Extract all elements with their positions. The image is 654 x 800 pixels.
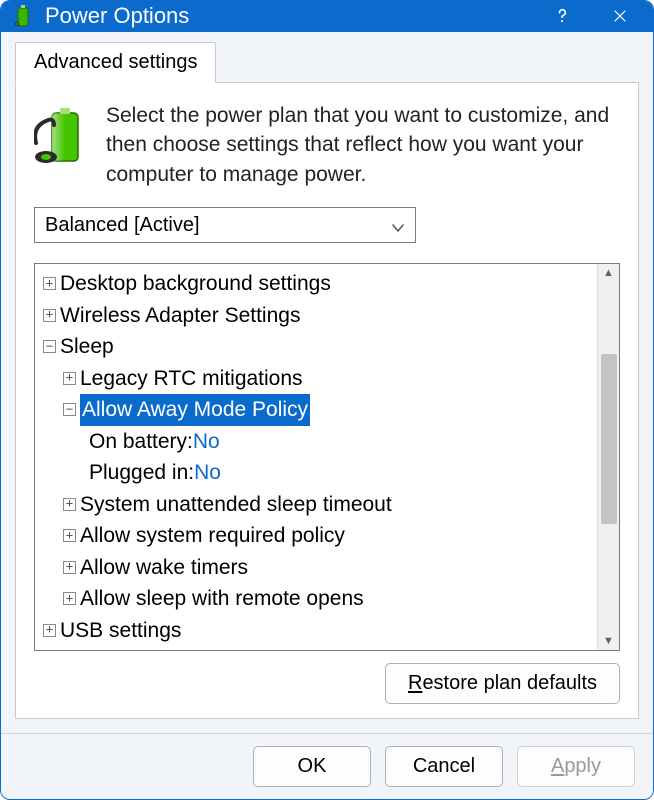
expand-icon[interactable]: [63, 498, 76, 511]
tree-node-system-required[interactable]: Allow system required policy: [37, 520, 595, 552]
cancel-button[interactable]: Cancel: [385, 746, 503, 787]
tree-node-desktop-background[interactable]: Desktop background settings: [37, 268, 595, 300]
intro-text: Select the power plan that you want to c…: [106, 101, 620, 189]
scroll-thumb[interactable]: [601, 354, 617, 524]
scroll-up-arrow[interactable]: ▲: [598, 264, 620, 282]
tree-label: USB settings: [60, 615, 181, 647]
power-plan-selected-value: Balanced [Active]: [45, 214, 200, 237]
settings-tree-container: Desktop background settings Wireless Ada…: [34, 263, 620, 651]
scroll-down-arrow[interactable]: ▼: [598, 632, 620, 650]
expand-icon[interactable]: [63, 372, 76, 385]
expand-icon[interactable]: [63, 561, 76, 574]
battery-large-icon: [34, 107, 88, 171]
settings-tree[interactable]: Desktop background settings Wireless Ada…: [35, 264, 597, 650]
tree-label-selected: Allow Away Mode Policy: [80, 394, 310, 426]
tree-node-usb-settings[interactable]: USB settings: [37, 615, 595, 647]
collapse-icon[interactable]: [43, 340, 56, 353]
restore-defaults-underline: Restore plan defaults: [408, 672, 597, 694]
expand-icon[interactable]: [43, 309, 56, 322]
tree-label: System unattended sleep timeout: [80, 489, 392, 521]
tree-node-sleep[interactable]: Sleep: [37, 331, 595, 363]
tree-node-wireless-adapter[interactable]: Wireless Adapter Settings: [37, 300, 595, 332]
tab-advanced-settings[interactable]: Advanced settings: [15, 42, 216, 83]
close-button[interactable]: [605, 1, 635, 31]
restore-defaults-button[interactable]: Restore plan defaults: [385, 663, 620, 704]
battery-app-icon: [11, 4, 35, 28]
tree-label: Desktop background settings: [60, 268, 331, 300]
chevron-down-icon: [391, 218, 405, 232]
expand-icon[interactable]: [63, 592, 76, 605]
tree-scrollbar[interactable]: ▲ ▼: [597, 264, 619, 650]
client-area: Advanced settings: [1, 32, 653, 733]
tree-label: Wireless Adapter Settings: [60, 300, 300, 332]
apply-underline: Apply: [551, 755, 601, 777]
tree-node-system-unattended[interactable]: System unattended sleep timeout: [37, 489, 595, 521]
dialog-footer: OK Cancel Apply: [1, 733, 653, 799]
apply-button[interactable]: Apply: [517, 746, 635, 787]
setting-label: Plugged in:: [89, 457, 194, 489]
help-button[interactable]: [547, 1, 577, 31]
titlebar: Power Options: [1, 1, 653, 32]
intro-block: Select the power plan that you want to c…: [34, 101, 620, 189]
collapse-icon[interactable]: [63, 403, 76, 416]
power-options-window: Power Options Advanced settings: [0, 0, 654, 800]
tabstrip: Advanced settings: [15, 42, 639, 83]
setting-value[interactable]: No: [193, 426, 220, 458]
expand-icon[interactable]: [43, 624, 56, 637]
power-plan-select[interactable]: Balanced [Active]: [34, 207, 416, 243]
tree-label: Sleep: [60, 331, 114, 363]
window-title: Power Options: [45, 3, 547, 29]
setting-away-mode-plugged[interactable]: Plugged in: No: [37, 457, 595, 489]
tree-label: Allow system required policy: [80, 520, 345, 552]
tab-panel: Select the power plan that you want to c…: [15, 82, 639, 719]
tree-node-wake-timers[interactable]: Allow wake timers: [37, 552, 595, 584]
setting-label: On battery:: [89, 426, 193, 458]
scroll-track[interactable]: [598, 282, 620, 632]
tree-node-remote-opens[interactable]: Allow sleep with remote opens: [37, 583, 595, 615]
expand-icon[interactable]: [43, 277, 56, 290]
ok-button[interactable]: OK: [253, 746, 371, 787]
setting-value[interactable]: No: [194, 457, 221, 489]
tree-node-away-mode[interactable]: Allow Away Mode Policy: [37, 394, 595, 426]
expand-icon[interactable]: [63, 529, 76, 542]
tree-label: Allow sleep with remote opens: [80, 583, 364, 615]
tree-label: Allow wake timers: [80, 552, 248, 584]
setting-away-mode-battery[interactable]: On battery: No: [37, 426, 595, 458]
tree-node-legacy-rtc[interactable]: Legacy RTC mitigations: [37, 363, 595, 395]
tree-label: Legacy RTC mitigations: [80, 363, 303, 395]
